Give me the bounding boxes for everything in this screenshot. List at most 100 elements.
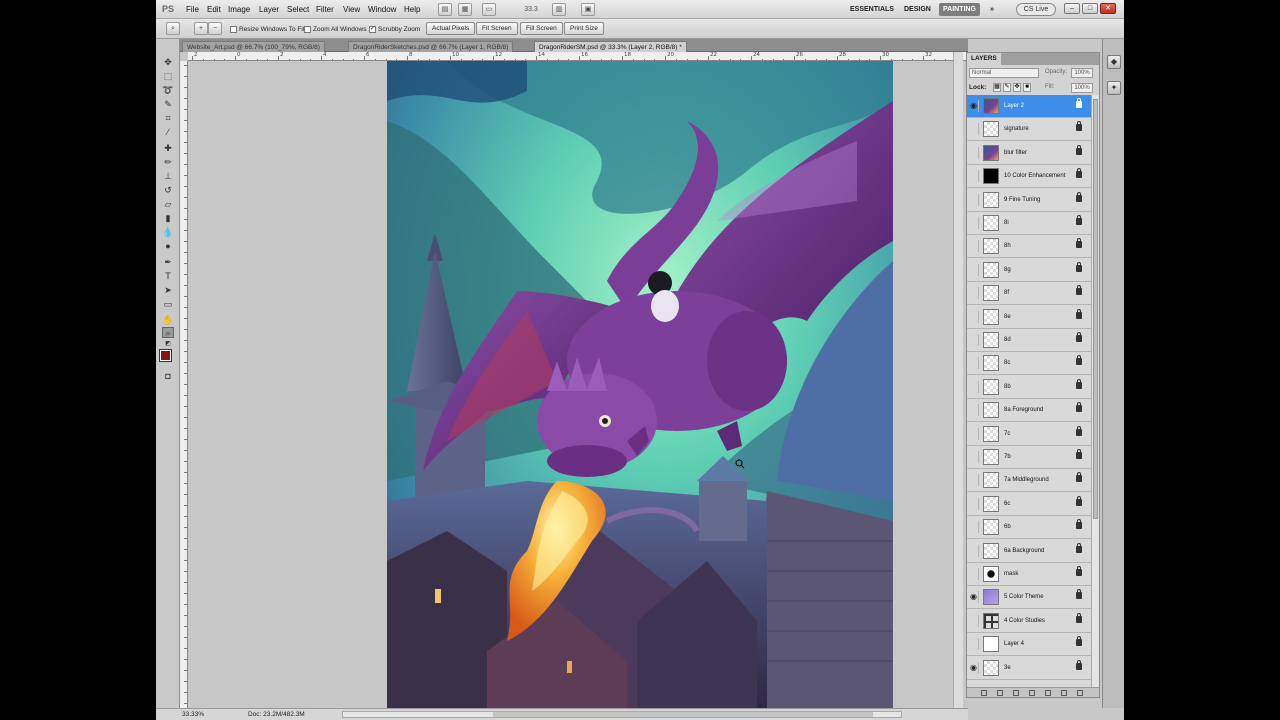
visibility-eye-icon[interactable] [969,380,979,393]
visibility-eye-icon[interactable] [969,123,979,136]
layer-row[interactable]: 8g [967,259,1091,282]
visibility-eye-icon[interactable] [969,217,979,229]
layer-name[interactable]: 8d [1004,337,1011,343]
fill-screen-button[interactable]: Fill Screen [520,22,563,35]
arrange-documents-icon[interactable]: ▥ [552,3,566,16]
fill-input[interactable]: 100% [1071,83,1093,93]
workspace-essentials[interactable]: ESSENTIALS [846,3,898,16]
mini-bridge-icon[interactable]: ▦ [458,3,472,16]
default-colors-icon[interactable]: ◩ [162,339,174,350]
eraser-tool-icon[interactable]: ▱ [162,199,174,210]
link-layers-icon[interactable] [981,690,987,696]
layer-row[interactable]: ◉ 3e [967,657,1091,680]
menu-filter[interactable]: Filter [316,5,334,14]
add-mask-icon[interactable] [1013,690,1019,696]
menu-edit[interactable]: Edit [207,5,221,14]
layer-name[interactable]: 9 Fine Tuning [1004,197,1040,203]
lock-all-icon[interactable]: ■ [1023,83,1031,92]
menu-image[interactable]: Image [228,5,250,14]
layer-style-icon[interactable] [997,690,1003,696]
visibility-eye-icon[interactable] [969,474,979,487]
visibility-eye-icon[interactable] [969,521,979,534]
layer-name[interactable]: 8h [1004,243,1011,249]
layer-name[interactable]: 8c [1004,360,1010,366]
maximize-button[interactable]: □ [1082,3,1098,14]
layer-name[interactable]: 7b [1004,454,1011,460]
vertical-scrollbar[interactable] [953,52,963,708]
layers-scrollbar[interactable] [1091,95,1099,687]
layer-row[interactable]: 6c [967,493,1091,516]
visibility-eye-icon[interactable] [969,638,979,651]
visibility-eye-icon[interactable]: ◉ [969,100,979,112]
menu-file[interactable]: File [186,5,199,14]
scroll-thumb[interactable] [493,712,873,717]
layer-row[interactable]: 8i [967,212,1091,235]
clone-stamp-icon[interactable]: ⊥ [162,171,174,182]
layer-row[interactable]: 6b [967,516,1091,540]
visibility-eye-icon[interactable] [969,427,979,440]
gradient-tool-icon[interactable]: ▮ [162,213,174,224]
visibility-eye-icon[interactable] [969,357,979,370]
layer-row[interactable]: 8f [967,282,1091,306]
crop-tool-icon[interactable]: ⌗ [162,113,174,124]
opacity-input[interactable]: 100% [1071,68,1093,78]
layer-name[interactable]: 8a Foreground [1004,407,1043,413]
layer-row[interactable]: 7c [967,423,1091,446]
zoom-tool-preset-icon[interactable]: ⌕ [166,22,180,35]
actual-pixels-button[interactable]: Actual Pixels [426,22,476,35]
layer-row[interactable]: 8c [967,352,1091,376]
workspace-design[interactable]: DESIGN [900,3,935,16]
layer-name[interactable]: 7a Middleground [1004,477,1049,483]
visibility-eye-icon[interactable] [969,310,979,323]
layer-name[interactable]: 3e [1004,665,1011,671]
tab-layers[interactable]: LAYERS [967,53,1001,65]
view-extras-icon[interactable]: ▭ [482,3,496,16]
layer-row[interactable]: 8d [967,329,1091,352]
layer-name[interactable]: Layer 2 [1004,103,1024,109]
visibility-eye-icon[interactable] [969,614,979,627]
layer-name[interactable]: 8f [1004,290,1009,296]
eyedropper-tool-icon[interactable]: ⁄ [162,127,174,138]
layer-name[interactable]: 8b [1004,384,1011,390]
layer-name[interactable]: 10 Color Enhancement [1004,173,1065,179]
layer-name[interactable]: mask [1004,571,1018,577]
zoom-level-select[interactable]: 33.3 [516,3,546,16]
move-tool-icon[interactable]: ✥ [162,57,174,68]
layer-name[interactable]: 8i [1004,220,1009,226]
visibility-eye-icon[interactable] [969,334,979,346]
menu-view[interactable]: View [343,5,360,14]
visibility-eye-icon[interactable]: ◉ [969,661,979,674]
lasso-tool-icon[interactable]: ➰ [162,85,174,96]
visibility-eye-icon[interactable] [969,404,979,417]
menu-help[interactable]: Help [404,5,420,14]
shape-tool-icon[interactable]: ▭ [162,299,174,310]
delete-layer-icon[interactable] [1077,690,1083,696]
new-group-icon[interactable] [1045,690,1051,696]
layer-row[interactable]: blur filter [967,142,1091,165]
path-select-icon[interactable]: ➤ [162,285,174,296]
resize-windows-checkbox[interactable]: Resize Windows To Fit [230,25,305,34]
layer-name[interactable]: signature [1004,126,1029,132]
type-tool-icon[interactable]: T [162,271,174,282]
history-brush-icon[interactable]: ↺ [162,185,174,196]
lock-transparency-icon[interactable]: ▦ [993,83,1001,92]
layer-row[interactable]: 4 Color Studies [967,610,1091,633]
zoom-out-icon[interactable]: − [208,22,222,35]
layer-row[interactable]: 7a Middleground [967,469,1091,493]
layer-row[interactable]: 7b [967,446,1091,469]
layer-row[interactable]: signature [967,118,1091,142]
layer-row[interactable]: ◉ Layer 2 [967,95,1091,118]
layer-name[interactable]: 8e [1004,314,1011,320]
menu-layer[interactable]: Layer [259,5,279,14]
close-button[interactable]: ✕ [1100,3,1116,14]
print-size-button[interactable]: Print Size [564,22,604,35]
tool-presets-dock-icon[interactable]: ✦ [1107,81,1121,95]
horizontal-scrollbar[interactable] [342,711,902,718]
visibility-eye-icon[interactable] [969,451,979,463]
visibility-eye-icon[interactable] [969,170,979,183]
visibility-eye-icon[interactable] [969,568,979,580]
layer-row[interactable]: 9 Fine Tuning [967,189,1091,212]
visibility-eye-icon[interactable] [969,193,979,206]
visibility-eye-icon[interactable] [969,497,979,510]
tab-website-art[interactable]: Website_Art.psd @ 66.7% (100_79%, RGB/8) [182,41,325,52]
